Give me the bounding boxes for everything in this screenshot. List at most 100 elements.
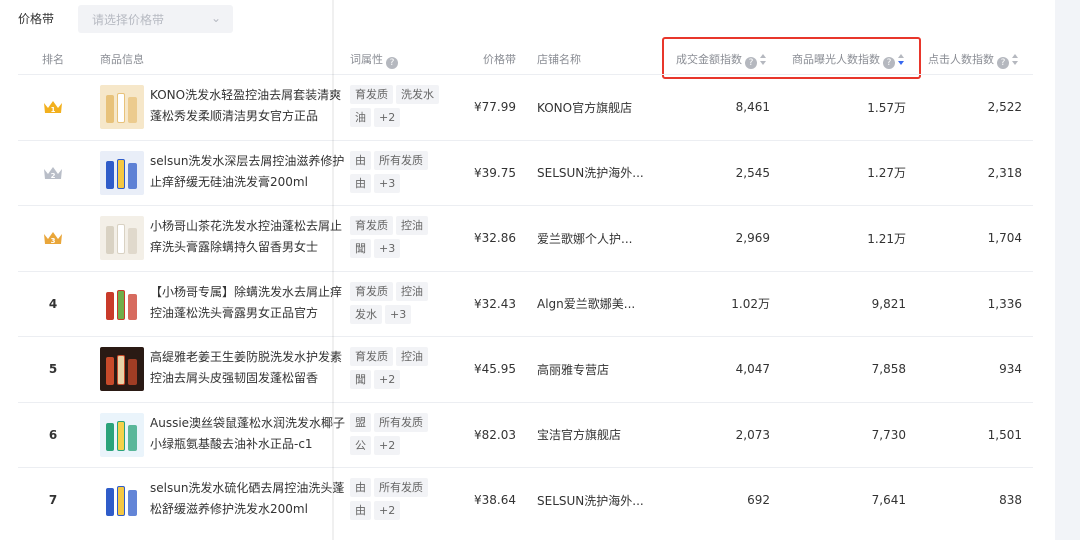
shop-name[interactable]: 爱兰歌娜个人护...: [537, 206, 667, 270]
attribute-tags: 由所有发质 由 +2: [350, 478, 460, 524]
attribute-tags: 育发质 控油 聞 +2: [350, 347, 460, 393]
more-tags-badge[interactable]: +3: [374, 173, 401, 193]
more-tags-badge[interactable]: +3: [385, 304, 412, 324]
attribute-tag: 由: [350, 501, 371, 520]
exposure-index-cell: 9,821: [871, 296, 906, 311]
rank-cell: 1: [18, 75, 88, 139]
rank-cell: 7: [18, 468, 88, 532]
rank-cell: 3: [18, 206, 88, 270]
price-band-placeholder: 请选择价格带: [92, 12, 165, 27]
rank-number: 5: [48, 362, 58, 376]
rank-number: 7: [48, 493, 58, 507]
exposure-index-cell: 1.57万: [867, 100, 906, 115]
gmv-index-cell: 2,969: [735, 231, 770, 245]
product-thumbnail[interactable]: [100, 216, 144, 260]
attribute-tag: 所有发质: [374, 478, 428, 497]
table-row[interactable]: 5 高缇雅老姜王生姜防脱洗发水护发素控油去屑头皮强韧固发蓬松留香 育发质 控油 聞…: [18, 336, 1033, 401]
gmv-index-cell: 1.02万: [731, 297, 770, 311]
product-name[interactable]: 小杨哥山茶花洗发水控油蓬松去屑止痒洗头膏露除螨持久留香男女士: [150, 216, 346, 260]
click-index-cell: 838: [999, 493, 1022, 507]
attribute-tag: 控油: [396, 281, 428, 301]
shop-name[interactable]: 宝洁官方旗舰店: [537, 403, 667, 467]
product-name[interactable]: selsun洗发水深层去屑控油滋养修护止痒舒缓无硅油洗发膏200ml: [150, 151, 346, 195]
rank-number: 3: [51, 237, 56, 245]
attribute-tag: 盟: [350, 412, 371, 432]
product-name[interactable]: selsun洗发水硫化硒去屑控油洗头蓬松舒缓滋养修护洗发水200ml: [150, 478, 346, 522]
col-price: 价格带: [483, 53, 516, 66]
price-band-select[interactable]: 请选择价格带 ⌄: [78, 5, 233, 33]
shop-name[interactable]: SELSUN洗护海外...: [537, 141, 667, 205]
attribute-tag: 所有发质: [374, 412, 428, 432]
rank-number: 4: [48, 296, 58, 311]
rank-cell: 2: [18, 141, 88, 205]
col-attrs: 词属性?: [350, 51, 398, 69]
product-name[interactable]: 高缇雅老姜王生姜防脱洗发水护发素控油去屑头皮强韧固发蓬松留香: [150, 347, 346, 391]
attribute-tag: 由: [350, 478, 371, 497]
more-tags-badge[interactable]: +2: [374, 370, 401, 389]
price-cell: ¥39.75: [474, 165, 516, 180]
attribute-tag: 油: [350, 108, 371, 127]
table-row[interactable]: 4 【小杨哥专属】除螨洗发水去屑止痒控油蓬松洗头膏露男女正品官方 育发质 控油 发…: [18, 270, 1033, 336]
attribute-tags: 育发质 控油 聞 +3: [350, 216, 460, 262]
attribute-tag: 所有发质: [374, 150, 428, 170]
page: 价格带 请选择价格带 ⌄ 排名 商品信息 词属性? 价格带 店铺名称 成交金额指…: [0, 0, 1080, 540]
attribute-tag: 由: [350, 150, 371, 170]
table-row[interactable]: 7 selsun洗发水硫化硒去屑控油洗头蓬松舒缓滋养修护洗发水200ml 由所有…: [18, 467, 1033, 532]
price-band-label: 价格带: [18, 12, 55, 26]
shop-name[interactable]: 高丽雅专营店: [537, 337, 667, 401]
table-row[interactable]: 2 selsun洗发水深层去屑控油滋养修护止痒舒缓无硅油洗发膏200ml 由所有…: [18, 139, 1033, 205]
product-thumbnail[interactable]: [100, 150, 144, 195]
attribute-tag: 控油: [396, 216, 428, 235]
product-name[interactable]: 【小杨哥专属】除螨洗发水去屑止痒控油蓬松洗头膏露男女正品官方: [150, 282, 346, 326]
chevron-down-icon: ⌄: [210, 11, 221, 25]
product-thumbnail[interactable]: [100, 85, 144, 129]
click-index-cell: 2,522: [987, 100, 1022, 114]
product-thumbnail[interactable]: [100, 347, 144, 391]
gmv-index-cell: 2,545: [735, 165, 770, 180]
col-click-index[interactable]: 点击人数指数?: [928, 51, 1020, 69]
help-icon[interactable]: ?: [997, 57, 1009, 69]
silver-crown-icon: 2: [44, 166, 62, 180]
table-row[interactable]: 1 KONO洗发水轻盈控油去屑套装清爽蓬松秀发柔顺清洁男女官方正品 育发质 洗发水…: [18, 74, 1033, 139]
exposure-index-cell: 1.21万: [867, 231, 906, 246]
highlight-box: [662, 37, 921, 79]
sort-icon[interactable]: [1012, 54, 1020, 65]
table-row[interactable]: 6 Aussie澳丝袋鼠蓬松水润洗发水椰子小绿瓶氨基酸去油补水正品-c1 盟所有…: [18, 401, 1033, 467]
rank-number: 1: [51, 106, 56, 114]
product-name[interactable]: Aussie澳丝袋鼠蓬松水润洗发水椰子小绿瓶氨基酸去油补水正品-c1: [150, 413, 346, 457]
attribute-tag: 聞: [350, 239, 371, 258]
col-attrs-label: 词属性: [350, 53, 383, 66]
attribute-tag: 育发质: [350, 347, 393, 366]
shop-name[interactable]: KONO官方旗舰店: [537, 75, 667, 139]
attribute-tag: 由: [350, 173, 371, 193]
more-tags-badge[interactable]: +3: [374, 239, 401, 258]
col-rank: 排名: [42, 53, 64, 66]
help-icon[interactable]: ?: [386, 57, 398, 69]
attribute-tag: 聞: [350, 370, 371, 389]
product-thumbnail[interactable]: [100, 412, 144, 457]
price-cell: ¥32.86: [474, 231, 516, 245]
attribute-tag: 控油: [396, 347, 428, 366]
rank-number: 6: [48, 427, 58, 442]
attribute-tags: 盟所有发质 公 +2: [350, 412, 460, 459]
price-cell: ¥82.03: [474, 427, 516, 442]
more-tags-badge[interactable]: +2: [374, 501, 401, 520]
attribute-tag: 育发质: [350, 85, 393, 104]
gmv-index-cell: 2,073: [735, 427, 770, 442]
price-cell: ¥32.43: [474, 296, 516, 311]
attribute-tag: 洗发水: [396, 85, 439, 104]
product-thumbnail[interactable]: [100, 281, 144, 326]
shop-name[interactable]: SELSUN洗护海外...: [537, 468, 667, 532]
click-index-cell: 1,501: [987, 427, 1022, 442]
price-cell: ¥77.99: [474, 100, 516, 114]
more-tags-badge[interactable]: +2: [374, 108, 401, 127]
more-tags-badge[interactable]: +2: [374, 435, 401, 455]
product-thumbnail[interactable]: [100, 478, 144, 522]
attribute-tag: 育发质: [350, 216, 393, 235]
product-name[interactable]: KONO洗发水轻盈控油去屑套装清爽蓬松秀发柔顺清洁男女官方正品: [150, 85, 346, 129]
shop-name[interactable]: Algn爱兰歌娜美...: [537, 272, 667, 336]
exposure-index-cell: 7,730: [871, 427, 906, 442]
right-side-panel: [1055, 0, 1080, 540]
table-row[interactable]: 3 小杨哥山茶花洗发水控油蓬松去屑止痒洗头膏露除螨持久留香男女士 育发质 控油 聞…: [18, 205, 1033, 270]
gmv-index-cell: 4,047: [735, 362, 770, 376]
